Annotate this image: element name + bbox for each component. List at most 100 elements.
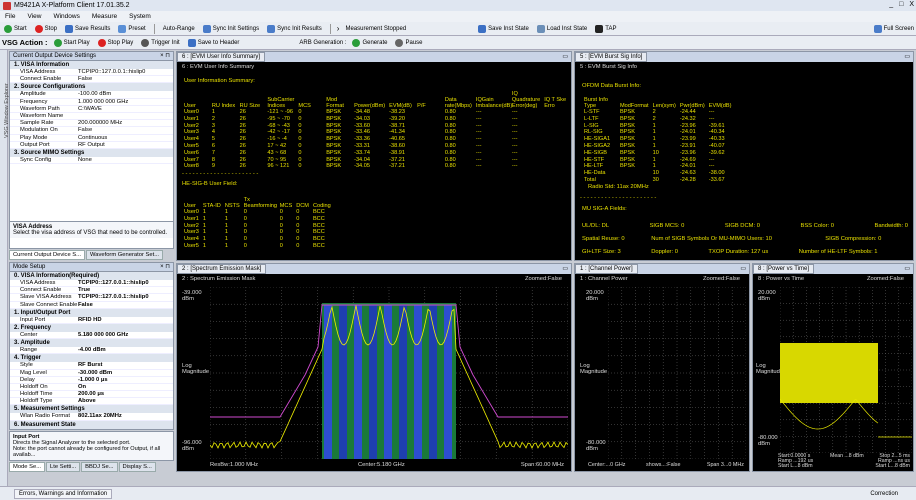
- property-row[interactable]: Slave VISA Address TCPIP0::127.0.0.1::his…: [10, 294, 173, 302]
- sync-init-settings-button[interactable]: Sync Init Settings: [201, 24, 261, 33]
- property-row[interactable]: Holdoff Type Above: [10, 398, 173, 406]
- tab-mode-setup[interactable]: Mode Se...: [9, 462, 46, 472]
- channel-power-plot[interactable]: [608, 287, 746, 459]
- close-button[interactable]: X: [909, 1, 914, 8]
- property-row[interactable]: Sync Config None: [10, 157, 173, 165]
- tab-evm-user-info[interactable]: 6 : [EVM User Info Summary]: [177, 52, 266, 62]
- close-icon[interactable]: × ⊓: [160, 52, 170, 59]
- property-row[interactable]: VISA Address TCPIP0::127.0.0.1::hislip0: [10, 69, 173, 77]
- property-row[interactable]: Modulation On False: [10, 127, 173, 135]
- maximize-icon[interactable]: ▭: [562, 53, 568, 60]
- menu-measure[interactable]: Measure: [92, 13, 117, 20]
- full-screen-button[interactable]: Full Screen: [872, 24, 916, 33]
- property-row[interactable]: Waveform Name: [10, 113, 173, 121]
- property-group-header[interactable]: 6. Measurement State: [10, 420, 173, 429]
- property-row[interactable]: Sample Rate 200.000000 MHz: [10, 120, 173, 128]
- tab-sem[interactable]: 2 : [Spectrum Emission Mask]: [177, 264, 267, 274]
- tab-bbdj-settings[interactable]: BBDJ Se...: [81, 462, 118, 472]
- tab-lte-settings[interactable]: Lte Setti...: [46, 462, 81, 472]
- property-row[interactable]: Holdoff On On: [10, 384, 173, 392]
- property-value[interactable]: RF Burst: [78, 362, 173, 368]
- property-value[interactable]: Continuous: [78, 135, 173, 141]
- property-value[interactable]: True: [78, 287, 173, 293]
- tab-current-output[interactable]: Current Output Device S...: [9, 250, 85, 260]
- property-value[interactable]: -1.000 0 μs: [78, 377, 173, 383]
- property-row[interactable]: Amplitude -100.00 dBm: [10, 91, 173, 99]
- property-value[interactable]: 200.000000 MHz: [78, 120, 173, 126]
- errors-warnings-tab[interactable]: Errors, Warnings and Information: [14, 488, 113, 499]
- property-value[interactable]: C:\WAVE: [78, 106, 173, 112]
- property-group-header[interactable]: 3. Source MIMO Settings: [10, 148, 173, 157]
- property-row[interactable]: Waveform Path C:\WAVE: [10, 106, 173, 113]
- property-row[interactable]: Frequency 1.000 000 000 GHz: [10, 99, 173, 106]
- property-value[interactable]: TCPIP0::127.0.0.1::hislip0: [78, 280, 173, 286]
- property-value[interactable]: False: [78, 76, 173, 82]
- tab-waveform-generator[interactable]: Waveform Generator Set...: [85, 250, 164, 260]
- stop-play-button[interactable]: Stop Play: [96, 38, 136, 47]
- property-group-header[interactable]: 2. Frequency: [10, 323, 173, 332]
- maximize-icon[interactable]: ▭: [904, 53, 910, 60]
- property-value[interactable]: Above: [78, 398, 173, 404]
- save-to-header-button[interactable]: Save to Header: [186, 38, 242, 47]
- menu-windows[interactable]: Windows: [53, 13, 79, 20]
- load-inst-state-button[interactable]: Load Inst State: [535, 24, 589, 33]
- property-group-header[interactable]: 3. Amplitude: [10, 339, 173, 348]
- tab-power-vs-time[interactable]: 8 : [Power vs Time]: [753, 264, 815, 274]
- tap-button[interactable]: TAP: [593, 24, 618, 33]
- sync-init-results-button[interactable]: Sync Init Results: [265, 24, 324, 33]
- window-explorer-strip[interactable]: VSG Window Explorer: [0, 50, 10, 486]
- property-row[interactable]: Mag Level -30.000 dBm: [10, 370, 173, 377]
- property-value[interactable]: 5.180 000 000 GHz: [78, 332, 173, 338]
- property-row[interactable]: Holdoff Time 200.00 μs: [10, 391, 173, 399]
- property-group-header[interactable]: 5. Measurement Settings: [10, 405, 173, 414]
- property-value[interactable]: 802.11ax 20MHz: [78, 413, 173, 419]
- save-results-button[interactable]: Save Results: [63, 24, 112, 33]
- property-row[interactable]: Wlan Radio Format 802.11ax 20MHz: [10, 413, 173, 421]
- property-value[interactable]: False: [78, 302, 173, 308]
- auto-range-button[interactable]: Auto-Range: [161, 26, 197, 32]
- property-row[interactable]: Range -4.00 dBm: [10, 347, 173, 355]
- maximize-icon[interactable]: ▭: [740, 265, 746, 272]
- property-value[interactable]: [78, 113, 173, 119]
- maximize-icon[interactable]: ▭: [562, 265, 568, 272]
- pause-button[interactable]: Pause: [393, 38, 424, 47]
- property-row[interactable]: Output Port RF Output: [10, 142, 173, 149]
- maximize-button[interactable]: □: [899, 1, 903, 8]
- property-value[interactable]: TCPIP0::127.0.0.1::hislip0: [78, 294, 173, 300]
- start-button[interactable]: Start: [2, 24, 29, 33]
- property-group-header[interactable]: 0. VISA Information(Required): [10, 272, 173, 280]
- property-value[interactable]: -4.00 dBm: [78, 347, 173, 353]
- property-row[interactable]: VISA Address TCPIP0::127.0.0.1::hislip0: [10, 280, 173, 288]
- property-row[interactable]: Style RF Burst: [10, 362, 173, 370]
- sem-plot[interactable]: [210, 287, 568, 459]
- start-play-button[interactable]: Start Play: [52, 38, 92, 47]
- close-icon[interactable]: × ⊓: [160, 263, 170, 270]
- property-value[interactable]: 1.000 000 000 GHz: [78, 99, 173, 105]
- trigger-init-button[interactable]: Trigger Init: [139, 38, 181, 47]
- menu-system[interactable]: System: [129, 13, 151, 20]
- property-group-header[interactable]: 1. Input/Output Port: [10, 308, 173, 317]
- property-group-header[interactable]: 4. Trigger: [10, 354, 173, 363]
- property-value[interactable]: RF Output: [78, 142, 173, 148]
- generate-button[interactable]: Generate: [350, 38, 389, 47]
- power-vs-time-plot[interactable]: [780, 287, 912, 453]
- tab-evm-burst-info[interactable]: 5 : [EVM Burst Sig Info]: [575, 52, 648, 62]
- property-value[interactable]: None: [78, 157, 173, 163]
- property-row[interactable]: Connect Enable True: [10, 287, 173, 295]
- property-row[interactable]: Input Port RFID HD: [10, 317, 173, 324]
- preset-button[interactable]: Preset: [116, 24, 147, 33]
- property-group-header[interactable]: 1. VISA Information: [10, 61, 173, 69]
- property-row[interactable]: Play Mode Continuous: [10, 135, 173, 142]
- menu-view[interactable]: View: [27, 13, 41, 20]
- maximize-icon[interactable]: ▭: [904, 265, 910, 272]
- property-row[interactable]: Center 5.180 000 000 GHz: [10, 332, 173, 340]
- chevron-right-icon[interactable]: ›: [337, 24, 340, 33]
- property-value[interactable]: On: [78, 384, 173, 390]
- property-group-header[interactable]: 2. Source Configurations: [10, 83, 173, 92]
- property-value[interactable]: -100.00 dBm: [78, 91, 173, 97]
- property-value[interactable]: -30.000 dBm: [78, 370, 173, 376]
- menu-file[interactable]: File: [5, 13, 15, 20]
- property-row[interactable]: Connect Enable False: [10, 76, 173, 84]
- property-value[interactable]: TCPIP0::127.0.0.1::hislip0: [78, 69, 173, 75]
- tab-display-settings[interactable]: Display S...: [118, 462, 156, 472]
